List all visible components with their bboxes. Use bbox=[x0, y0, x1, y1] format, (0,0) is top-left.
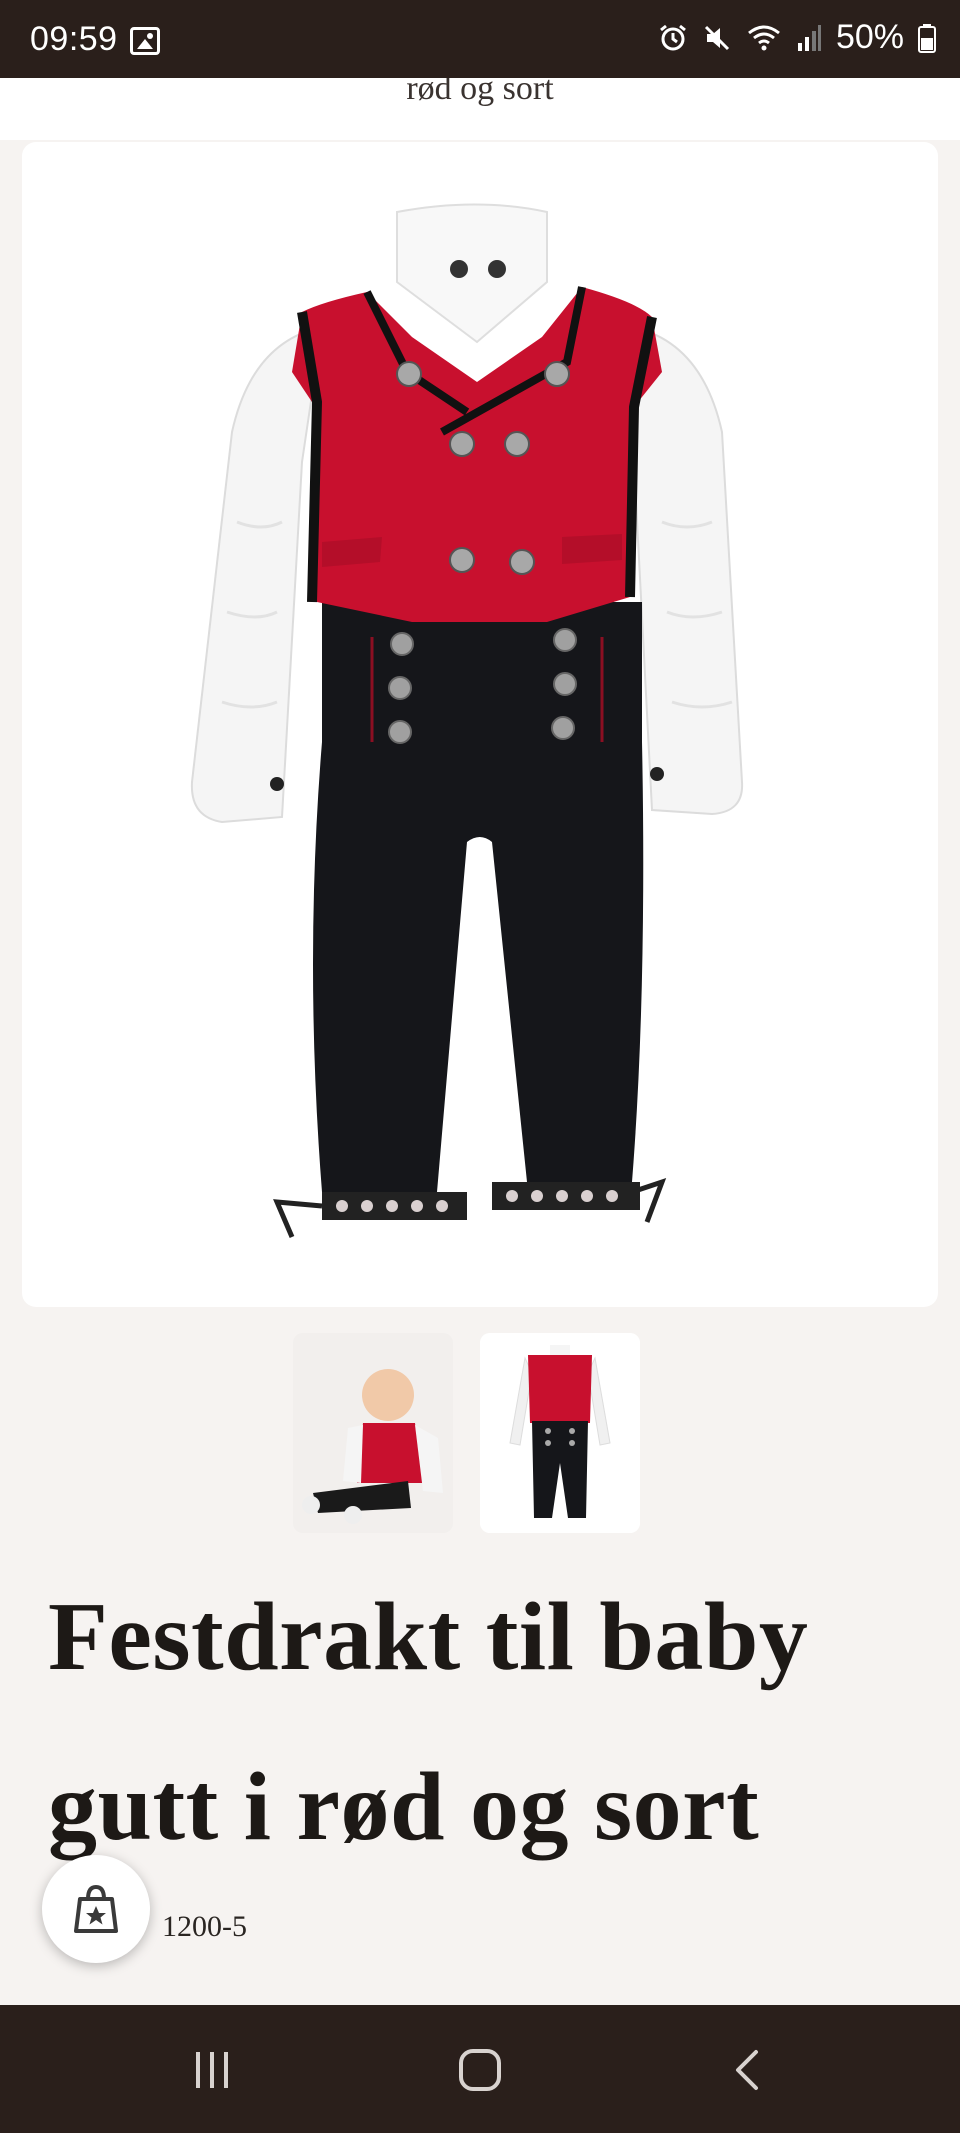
battery-percentage: 50% bbox=[835, 18, 904, 56]
thumbnail-baby-wearing-outfit[interactable] bbox=[293, 1333, 453, 1533]
recents-button[interactable] bbox=[172, 2035, 252, 2105]
header-title: rød og sort bbox=[406, 78, 554, 107]
image-notification-icon bbox=[130, 27, 160, 55]
status-time: 09:59 bbox=[30, 20, 118, 58]
signal-icon bbox=[797, 24, 821, 51]
product-sku: 1200-5 bbox=[162, 1910, 247, 1943]
thumbnail-outfit-front[interactable] bbox=[480, 1333, 640, 1533]
status-icons: 50% bbox=[658, 18, 936, 57]
outfit-illustration bbox=[190, 203, 744, 1238]
product-main-image[interactable] bbox=[22, 142, 938, 1307]
thumbnail-outfit-image bbox=[480, 1333, 640, 1533]
shopping-bag-star-icon bbox=[74, 1884, 118, 1933]
battery-icon bbox=[918, 23, 936, 53]
product-title: Festdrakt til baby gutt i rød og sort bbox=[48, 1583, 809, 1861]
recents-icon bbox=[196, 2052, 228, 2088]
shopping-bag-button[interactable] bbox=[42, 1855, 150, 1963]
mute-icon bbox=[704, 25, 729, 50]
home-button[interactable] bbox=[440, 2035, 520, 2105]
page-header: rød og sort bbox=[0, 78, 960, 140]
system-nav-bar bbox=[0, 2005, 960, 2133]
status-bar: 09:59 50% bbox=[0, 0, 960, 78]
wifi-icon bbox=[748, 25, 780, 50]
home-icon bbox=[459, 2049, 501, 2091]
alarm-icon bbox=[660, 24, 686, 50]
thumbnail-baby-image bbox=[293, 1333, 453, 1533]
back-icon bbox=[736, 2050, 758, 2090]
back-button[interactable] bbox=[708, 2035, 788, 2105]
